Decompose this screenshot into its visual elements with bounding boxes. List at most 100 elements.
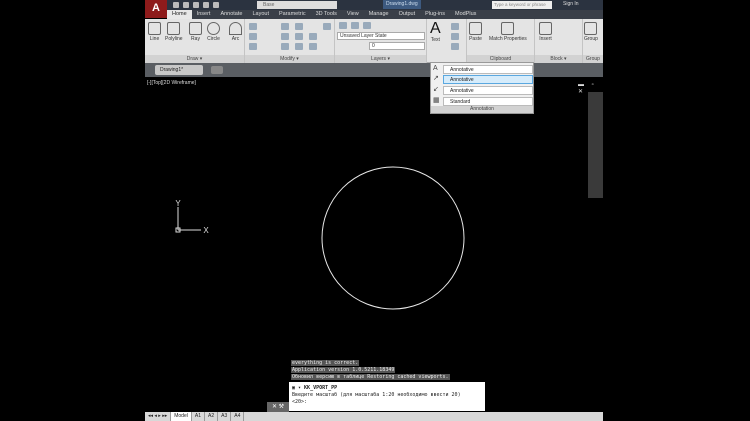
text-style-dropdown[interactable]: Annotative <box>443 65 533 74</box>
dimension-style-icon: ↗ <box>433 75 439 82</box>
search-input[interactable]: Type a keyword or phrase <box>492 1 552 9</box>
ray-icon <box>189 22 202 35</box>
tab-layout[interactable]: Layout <box>247 10 274 19</box>
command-name: KK_VPORT_PP <box>304 385 338 391</box>
history-line: Application version 1.0.5211.18349 <box>291 367 396 373</box>
line-icon <box>148 22 161 35</box>
tab-layout-a4[interactable]: A4 <box>231 412 245 421</box>
dimension-icon[interactable] <box>451 23 459 30</box>
dimension-style-dropdown[interactable]: Annotative <box>443 75 533 84</box>
title-bar: Base Drawing1.dwg Type a keyword or phra… <box>145 0 603 10</box>
tab-model[interactable]: Model <box>171 412 192 421</box>
print-icon[interactable] <box>203 2 209 8</box>
tab-home[interactable]: Home <box>167 10 192 19</box>
tab-layout-a1[interactable]: A1 <box>192 412 205 421</box>
annotation-panel-label: Annotation <box>431 106 533 113</box>
rectangle-icon[interactable] <box>249 23 257 30</box>
tab-modplus[interactable]: ModPlus <box>450 10 481 19</box>
scale-icon[interactable] <box>295 43 303 50</box>
arc-tool[interactable]: Arc <box>229 22 242 42</box>
text-style-icon: A <box>433 65 438 72</box>
layer-isolate-icon[interactable] <box>351 22 359 29</box>
new-tab-button[interactable] <box>211 66 223 74</box>
layers-panel-label[interactable]: Layers ▾ <box>335 55 426 63</box>
save-icon[interactable] <box>193 2 199 8</box>
block-panel-label[interactable]: Block ▾ <box>535 55 582 63</box>
region-icon[interactable] <box>249 43 257 50</box>
copy-icon[interactable] <box>281 33 289 40</box>
leader-icon[interactable] <box>451 33 459 40</box>
layout-tabs-bar: ◂◂ ◂ ▸ ▸▸ Model A1 A2 A3 A4 <box>145 412 603 421</box>
tab-plug-ins[interactable]: Plug-ins <box>420 10 450 19</box>
draw-panel-label[interactable]: Draw ▾ <box>145 55 244 63</box>
text-tool[interactable]: A Text <box>430 20 441 44</box>
drawn-circle[interactable] <box>321 166 465 310</box>
ucs-y-label: Y <box>175 199 181 208</box>
circle-tool[interactable]: Circle <box>207 22 220 42</box>
tab-layout-a3[interactable]: A3 <box>218 412 232 421</box>
workspace-dropdown[interactable]: Base <box>257 1 337 9</box>
command-line[interactable]: ▣ ▾ KK_VPORT_PP Введите масштаб (для мас… <box>289 382 485 411</box>
ucs-x-label: X <box>203 226 209 235</box>
command-line-close-button[interactable]: ✕ ⚒ <box>267 402 289 412</box>
layers-panel: Unsaved Layer State 0 Layers ▾ <box>335 19 427 63</box>
tab-parametric[interactable]: Parametric <box>274 10 311 19</box>
group-button[interactable]: Group <box>584 22 598 42</box>
tab-output[interactable]: Output <box>394 10 421 19</box>
insert-button[interactable]: Insert <box>539 22 552 42</box>
document-tab[interactable]: Drawing1* <box>155 65 203 75</box>
layer-dropdown[interactable]: 0 <box>369 42 425 50</box>
layer-state-dropdown[interactable]: Unsaved Layer State <box>337 32 425 40</box>
ribbon: Line Polyline Ray Circle Arc Draw ▾ Modi… <box>145 19 603 63</box>
fillet-icon[interactable] <box>309 33 317 40</box>
command-default[interactable]: <20>: <box>292 399 482 406</box>
stretch-icon[interactable] <box>281 43 289 50</box>
tab-view[interactable]: View <box>342 10 364 19</box>
layout-nav-arrows[interactable]: ◂◂ ◂ ▸ ▸▸ <box>145 412 172 421</box>
table-style-dropdown[interactable]: Standard <box>443 97 533 106</box>
modify-panel-label[interactable]: Modify ▾ <box>245 55 334 63</box>
tab-manage[interactable]: Manage <box>364 10 394 19</box>
text-icon: A <box>430 20 441 37</box>
block-panel: Insert Block ▾ <box>535 19 583 63</box>
hatch-icon[interactable] <box>249 33 257 40</box>
line-tool[interactable]: Line <box>148 22 161 42</box>
paste-button[interactable]: Paste <box>469 22 482 42</box>
group-panel-label[interactable]: Group <box>583 55 603 63</box>
application-menu-button[interactable]: A <box>145 0 167 18</box>
annotation-panel-ribbon: A Text <box>427 19 467 63</box>
layer-properties-icon[interactable] <box>339 22 347 29</box>
annotation-dropdown-panel: A Annotative ↗ Annotative ↙ Annotative ▦… <box>430 62 534 114</box>
polyline-tool[interactable]: Polyline <box>165 22 183 42</box>
autocad-window: Base Drawing1.dwg Type a keyword or phra… <box>145 0 603 421</box>
array-icon[interactable] <box>309 43 317 50</box>
tab-3d-tools[interactable]: 3D Tools <box>311 10 342 19</box>
navigation-bar[interactable] <box>588 92 603 198</box>
match-properties-button[interactable]: Match Properties <box>489 22 527 42</box>
command-prompt: Введите масштаб (для масштаба 1:20 необх… <box>292 392 461 398</box>
document-title: Drawing1.dwg <box>383 0 421 9</box>
clipboard-panel: Paste Match Properties Clipboard <box>467 19 535 63</box>
multileader-style-icon: ↙ <box>433 86 439 93</box>
ray-tool[interactable]: Ray <box>189 22 202 42</box>
move-icon[interactable] <box>281 23 289 30</box>
tab-layout-a2[interactable]: A2 <box>205 412 219 421</box>
command-history: everything is correct. Application versi… <box>291 360 450 381</box>
history-line: Обновил версию в таблице Restoring cache… <box>291 374 450 380</box>
undo-icon[interactable] <box>213 2 219 8</box>
new-icon[interactable] <box>173 2 179 8</box>
tab-annotate[interactable]: Annotate <box>215 10 247 19</box>
draw-extra-panel: Modify ▾ <box>245 19 335 63</box>
mirror-icon[interactable] <box>295 33 303 40</box>
table-icon[interactable] <box>451 43 459 50</box>
open-icon[interactable] <box>183 2 189 8</box>
tab-insert[interactable]: Insert <box>192 10 216 19</box>
group-icon <box>584 22 598 35</box>
multileader-style-dropdown[interactable]: Annotative <box>443 86 533 95</box>
arc-icon <box>229 22 242 35</box>
circle-icon <box>207 22 220 35</box>
layer-freeze-icon[interactable] <box>363 22 371 29</box>
erase-icon[interactable] <box>323 23 331 30</box>
rotate-icon[interactable] <box>295 23 303 30</box>
sign-in-button[interactable]: Sign In <box>563 1 579 7</box>
